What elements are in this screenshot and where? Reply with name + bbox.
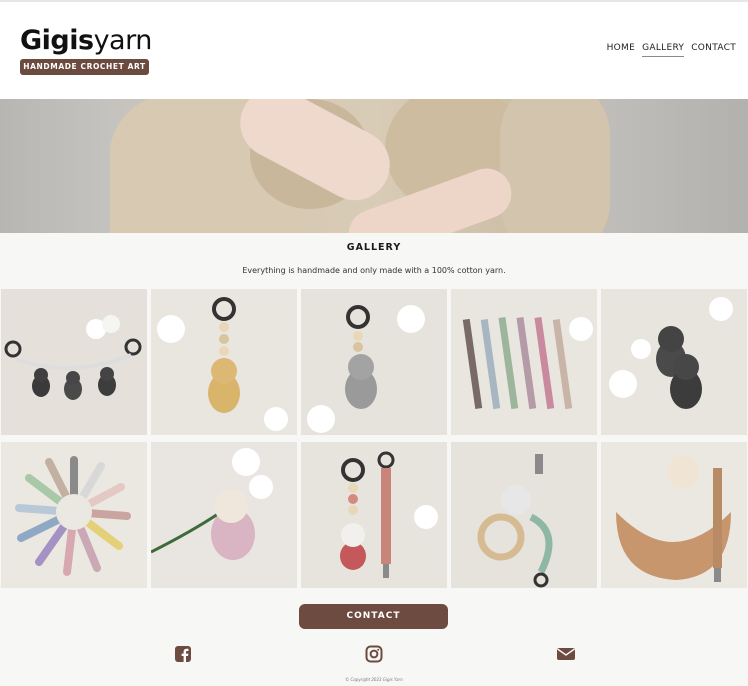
gallery-photo-clip-circle[interactable] xyxy=(1,442,147,588)
site-header: Gigisyarn HANDMADE CROCHET ART HOME GALL… xyxy=(0,2,748,99)
nav-gallery[interactable]: GALLERY xyxy=(642,43,685,57)
gallery-photo-pink-doll[interactable] xyxy=(151,442,297,588)
logo-name-bold: Gigis xyxy=(20,25,94,56)
nav-contact[interactable]: CONTACT xyxy=(691,43,736,57)
gallery-photo-bib-set[interactable] xyxy=(601,442,747,588)
gallery-section: GALLERY Everything is handmade and only … xyxy=(0,233,748,686)
gallery-photo-pacifier-clips[interactable] xyxy=(451,289,597,435)
facebook-icon[interactable] xyxy=(174,645,192,663)
hero-banner-image xyxy=(0,99,748,233)
gallery-photo-bear-holder[interactable] xyxy=(151,289,297,435)
instagram-icon[interactable] xyxy=(365,645,383,663)
envelope-icon[interactable] xyxy=(556,645,575,663)
gallery-title: GALLERY xyxy=(346,242,402,253)
logo[interactable]: Gigisyarn HANDMADE CROCHET ART xyxy=(20,26,152,75)
logo-name-light: yarn xyxy=(93,25,153,56)
contact-button[interactable]: CONTACT xyxy=(299,604,448,629)
main-nav: HOME GALLERY CONTACT xyxy=(607,43,736,57)
footer-copyright: © Copyright 2023 Gigis Yarn xyxy=(345,677,403,682)
gallery-photo-penguins[interactable] xyxy=(601,289,747,435)
gallery-photo-penguin-garland[interactable] xyxy=(1,289,147,435)
gallery-subtitle: Everything is handmade and only made wit… xyxy=(242,266,506,275)
logo-wordmark: Gigisyarn xyxy=(20,26,152,56)
nav-home[interactable]: HOME xyxy=(607,43,636,57)
gallery-photo-bear-teether[interactable] xyxy=(451,442,597,588)
gallery-photo-koala-holder[interactable] xyxy=(301,289,447,435)
logo-tagline: HANDMADE CROCHET ART xyxy=(20,59,149,75)
gallery-grid xyxy=(1,289,747,588)
gallery-photo-panda-holder[interactable] xyxy=(301,442,447,588)
